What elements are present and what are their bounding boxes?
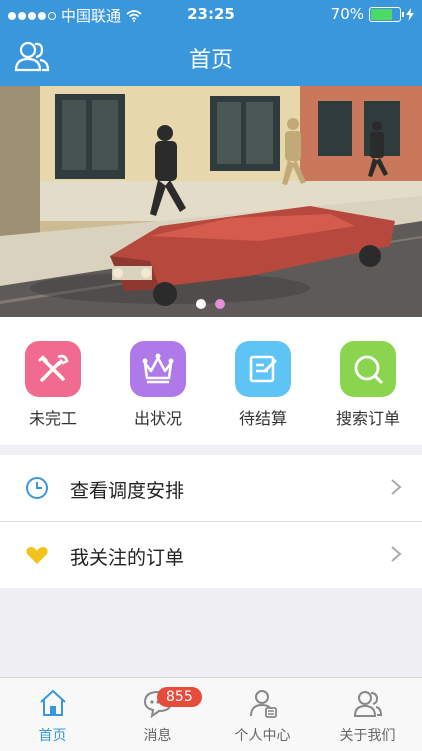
chevron-right-icon <box>391 546 402 562</box>
tab-label: 首页 <box>38 728 67 744</box>
tools-icon <box>25 341 81 397</box>
edit-icon <box>235 341 291 397</box>
quick-action-label: 未完工 <box>28 409 77 428</box>
quick-action-search-orders[interactable]: 搜索订单 <box>316 341 420 429</box>
home-icon <box>39 689 66 716</box>
quick-action-issue[interactable]: 出状况 <box>106 341 210 429</box>
tab-profile[interactable]: 个人中心 <box>210 678 315 751</box>
banner-illustration <box>0 86 422 317</box>
charging-bolt-icon <box>406 7 414 21</box>
nav-bar: 首页 <box>0 28 422 86</box>
tab-label: 消息 <box>143 728 172 744</box>
banner-pager <box>196 299 225 309</box>
battery-icon <box>369 6 404 22</box>
person-icon <box>249 690 277 718</box>
list-item-schedule[interactable]: 查看调度安排 <box>0 455 422 522</box>
list-item-followed-orders[interactable]: 我关注的订单 <box>0 522 422 588</box>
quick-action-settlement[interactable]: 待结算 <box>211 341 315 429</box>
tab-messages[interactable]: 855 消息 <box>105 678 210 751</box>
crown-icon <box>130 341 186 397</box>
tab-bar: 首页 855 消息 个人中心 关于我们 <box>0 677 422 751</box>
list-item-label: 查看调度安排 <box>70 480 185 502</box>
tab-label: 关于我们 <box>339 728 396 744</box>
status-bar: 中国联通 23:25 70% <box>0 0 422 28</box>
pager-dot-active <box>215 299 225 309</box>
quick-action-unfinished[interactable]: 未完工 <box>1 341 105 429</box>
heart-icon <box>26 546 48 564</box>
clock-icon <box>26 477 48 499</box>
quick-actions: 未完工 出状况 待结算 搜索订单 <box>0 317 422 445</box>
quick-action-label: 搜索订单 <box>335 409 400 428</box>
tab-home[interactable]: 首页 <box>0 678 105 751</box>
banner-carousel[interactable] <box>0 86 422 317</box>
message-badge: 855 <box>157 687 202 707</box>
search-icon <box>340 341 396 397</box>
tab-about[interactable]: 关于我们 <box>315 678 420 751</box>
quick-action-label: 出状况 <box>133 409 182 428</box>
about-users-icon <box>353 691 382 717</box>
list-item-label: 我关注的订单 <box>70 547 185 569</box>
tab-label: 个人中心 <box>234 728 291 744</box>
chevron-right-icon <box>391 479 402 495</box>
quick-action-label: 待结算 <box>238 409 287 428</box>
pager-dot <box>196 299 206 309</box>
menu-list: 查看调度安排 我关注的订单 <box>0 455 422 588</box>
page-title: 首页 <box>188 48 233 73</box>
battery-percent: 70% <box>330 5 364 23</box>
